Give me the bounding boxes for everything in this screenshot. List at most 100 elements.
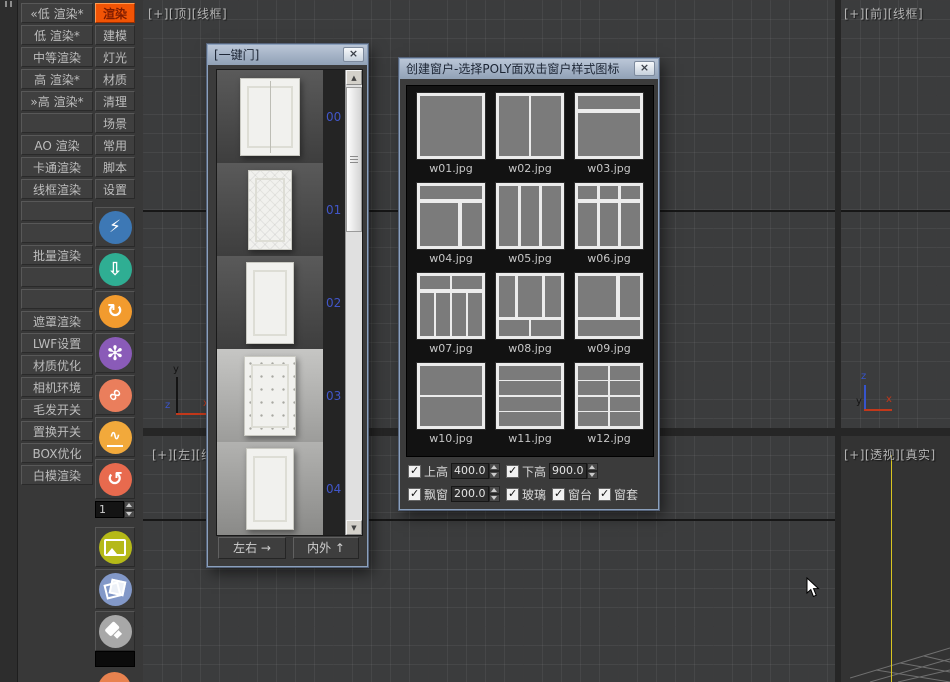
window-style-item[interactable]: w03.jpg [573, 93, 645, 175]
window-style-item[interactable]: w11.jpg [494, 363, 566, 445]
window-style-item[interactable]: w04.jpg [415, 183, 487, 265]
window-style-thumbnail[interactable] [496, 93, 564, 159]
render-button[interactable]: 材质优化 [21, 355, 93, 375]
window-style-thumbnail[interactable] [417, 93, 485, 159]
render-button[interactable]: «低 渲染* [21, 3, 93, 23]
render-button-empty[interactable] [21, 113, 93, 133]
render-button[interactable]: 置换开关 [21, 421, 93, 441]
render-button-empty[interactable] [21, 289, 93, 309]
render-button[interactable]: AO 渲染 [21, 135, 93, 155]
window-style-thumbnail[interactable] [575, 183, 643, 249]
door-thumbnail[interactable] [217, 349, 323, 442]
render-button[interactable]: 线框渲染 [21, 179, 93, 199]
spinner-up-icon[interactable] [489, 486, 500, 494]
flip-in-out-button[interactable]: 内外 ↑ [293, 537, 359, 559]
door-list-item[interactable]: 04 [217, 442, 345, 535]
viewport-splitter-vertical[interactable] [835, 0, 841, 682]
spinner-arrows[interactable] [489, 463, 500, 479]
window-style-thumbnail[interactable] [417, 183, 485, 249]
chart-button[interactable] [95, 417, 135, 457]
usb-button[interactable] [95, 611, 135, 651]
render-button[interactable]: 批量渲染 [21, 245, 93, 265]
sidebar-tab[interactable]: 设置 [95, 179, 135, 199]
count-spinner[interactable]: 1 [95, 501, 135, 518]
render-button[interactable]: 毛发开关 [21, 399, 93, 419]
sidebar-tab[interactable]: 灯光 [95, 47, 135, 67]
spinner-value[interactable]: 1 [95, 501, 124, 518]
download-button[interactable] [95, 249, 135, 289]
render-button[interactable]: BOX优化 [21, 443, 93, 463]
window-style-item[interactable]: w10.jpg [415, 363, 487, 445]
window-style-item[interactable]: w02.jpg [494, 93, 566, 175]
window-style-thumbnail[interactable] [496, 363, 564, 429]
sidebar-tab[interactable]: 脚本 [95, 157, 135, 177]
door-list-item[interactable]: 03 [217, 349, 345, 442]
render-button[interactable]: 遮罩渲染 [21, 311, 93, 331]
dialog-titlebar[interactable]: 创建窗户-选择POLY面双击窗户样式图标 [400, 59, 658, 79]
value-spinner[interactable]: 900.0 [549, 463, 598, 479]
close-icon[interactable] [634, 61, 655, 76]
render-button-empty[interactable] [21, 223, 93, 243]
lightning-button[interactable] [95, 207, 135, 247]
render-button[interactable]: »高 渲染* [21, 91, 93, 111]
sidebar-tab[interactable]: 清理 [95, 91, 135, 111]
close-icon[interactable] [343, 47, 364, 62]
scrollbar-thumb[interactable] [346, 87, 362, 232]
checkbox[interactable] [552, 488, 565, 501]
door-list-item[interactable]: 02 [217, 256, 345, 349]
spinner-value[interactable]: 200.0 [451, 486, 489, 502]
dock-grip[interactable] [10, 1, 12, 7]
scroll-up-icon[interactable] [346, 70, 362, 85]
spinner-down-icon[interactable] [489, 494, 500, 502]
door-list-item[interactable]: 00 [217, 70, 345, 163]
dialog-titlebar[interactable]: [一键门] [208, 45, 367, 65]
icon-button-partial[interactable] [95, 670, 135, 682]
checkbox[interactable] [506, 465, 519, 478]
window-style-thumbnail[interactable] [496, 273, 564, 339]
value-spinner[interactable]: 200.0 [451, 486, 500, 502]
door-list-scrollbar[interactable] [345, 70, 362, 535]
door-thumbnail[interactable] [217, 163, 323, 256]
checkbox[interactable] [506, 488, 519, 501]
viewport-label-front[interactable]: [+][前][线框] [844, 5, 923, 22]
sync-button[interactable] [95, 291, 135, 331]
sidebar-tab[interactable]: 材质 [95, 69, 135, 89]
window-style-thumbnail[interactable] [496, 183, 564, 249]
render-button[interactable]: LWF设置 [21, 333, 93, 353]
image-button[interactable] [95, 527, 135, 567]
window-style-thumbnail[interactable] [417, 273, 485, 339]
viewport-label-perspective[interactable]: [+][透视][真实] [844, 446, 936, 463]
scroll-down-icon[interactable] [346, 520, 362, 535]
photos-button[interactable] [95, 569, 135, 609]
spinner-down-icon[interactable] [587, 471, 598, 479]
spinner-value[interactable]: 900.0 [549, 463, 587, 479]
spinner-up-icon[interactable] [124, 501, 135, 510]
render-button-empty[interactable] [21, 267, 93, 287]
window-style-item[interactable]: w09.jpg [573, 273, 645, 355]
render-button[interactable]: 相机环境 [21, 377, 93, 397]
window-style-item[interactable]: w05.jpg [494, 183, 566, 265]
spinner-down-icon[interactable] [489, 471, 500, 479]
checkbox[interactable] [408, 465, 421, 478]
render-button[interactable]: 中等渲染 [21, 47, 93, 67]
window-style-item[interactable]: w07.jpg [415, 273, 487, 355]
render-button[interactable]: 卡通渲染 [21, 157, 93, 177]
door-thumbnail[interactable] [217, 70, 323, 163]
blank-field[interactable] [95, 651, 135, 667]
dock-grip[interactable] [5, 1, 7, 7]
spinner-down-icon[interactable] [124, 510, 135, 519]
reload-button[interactable] [95, 459, 135, 499]
door-list-item[interactable]: 01 [217, 163, 345, 256]
window-style-thumbnail[interactable] [575, 273, 643, 339]
render-button[interactable]: 高 渲染* [21, 69, 93, 89]
flower-button[interactable] [95, 333, 135, 373]
checkbox[interactable] [408, 488, 421, 501]
value-spinner[interactable]: 400.0 [451, 463, 500, 479]
flip-left-right-button[interactable]: 左右 → [218, 537, 286, 559]
viewport-front[interactable] [841, 0, 950, 428]
spinner-arrows[interactable] [489, 486, 500, 502]
render-button-empty[interactable] [21, 201, 93, 221]
window-style-item[interactable]: w01.jpg [415, 93, 487, 175]
spinner-up-icon[interactable] [587, 463, 598, 471]
viewport-label-top[interactable]: [+][顶][线框] [148, 5, 227, 22]
